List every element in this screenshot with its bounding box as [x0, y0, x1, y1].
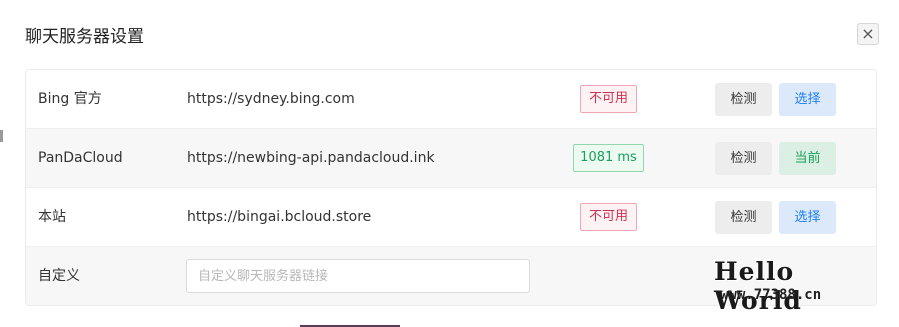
current-button[interactable]: 当前 — [779, 142, 836, 175]
server-name: PanDaCloud — [38, 150, 123, 166]
server-settings-dialog: 聊天服务器设置 × Bing 官方 https://sydney.bing.co… — [4, 0, 895, 325]
select-button[interactable]: 选择 — [779, 83, 836, 116]
close-icon[interactable]: × — [857, 23, 879, 45]
server-url: https://bingai.bcloud.store — [187, 209, 372, 225]
status-badge: 1081 ms — [573, 144, 644, 172]
server-row-bing: Bing 官方 https://sydney.bing.com 不可用 检测 选… — [26, 70, 876, 129]
server-list: Bing 官方 https://sydney.bing.com 不可用 检测 选… — [25, 69, 877, 306]
server-row-custom: 自定义 — [26, 247, 876, 305]
server-name: Bing 官方 — [38, 91, 102, 107]
status-badge: 不可用 — [580, 203, 637, 231]
server-name: 自定义 — [38, 268, 80, 284]
detect-button[interactable]: 检测 — [715, 201, 772, 234]
status-badge: 不可用 — [580, 85, 637, 113]
detect-button[interactable]: 检测 — [715, 83, 772, 116]
server-url: https://sydney.bing.com — [187, 91, 355, 107]
backdrop-edge — [0, 130, 3, 142]
detect-button[interactable]: 检测 — [715, 142, 772, 175]
dialog-title: 聊天服务器设置 — [25, 27, 144, 47]
server-row-local: 本站 https://bingai.bcloud.store 不可用 检测 选择 — [26, 188, 876, 247]
server-row-pandacloud: PanDaCloud https://newbing-api.pandaclou… — [26, 129, 876, 188]
server-name: 本站 — [38, 209, 66, 225]
server-url: https://newbing-api.pandacloud.ink — [187, 150, 435, 166]
custom-server-url-input[interactable] — [186, 259, 530, 293]
select-button[interactable]: 选择 — [779, 201, 836, 234]
